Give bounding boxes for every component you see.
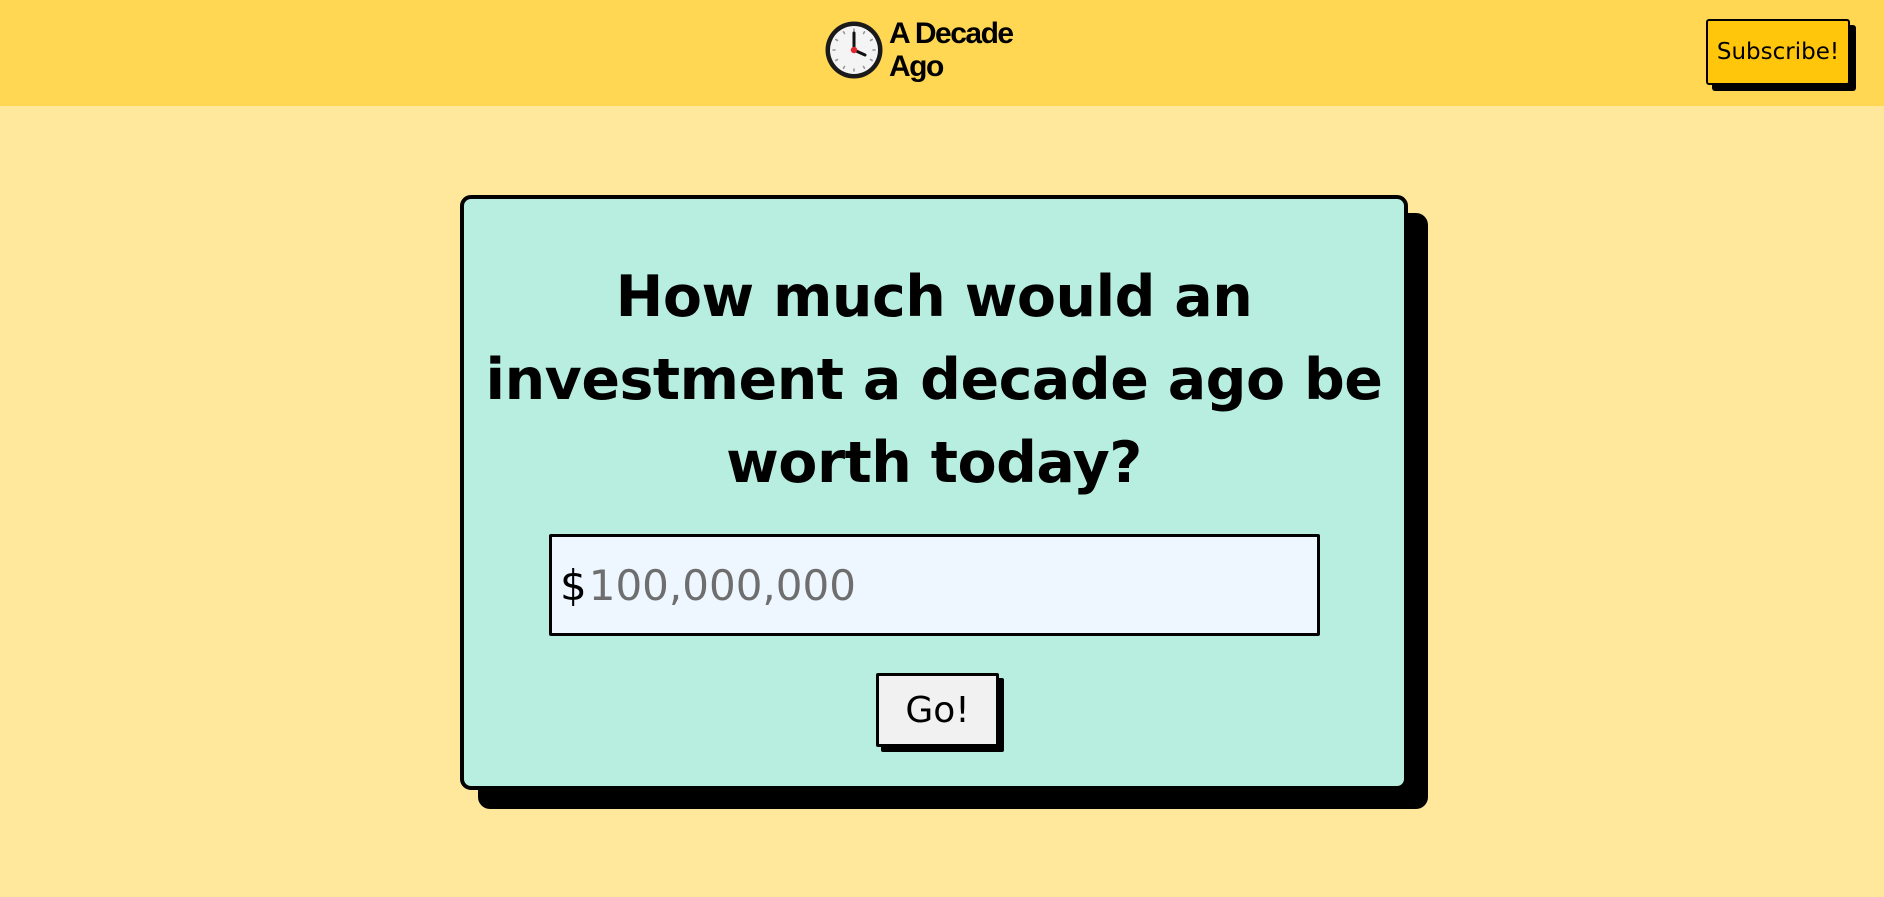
amount-field[interactable]: $	[549, 534, 1320, 636]
subscribe-button[interactable]: Subscribe!	[1706, 19, 1850, 85]
page-headline: How much would an investment a decade ag…	[485, 264, 1383, 496]
site-logo[interactable]: A Decade Ago	[823, 17, 1039, 83]
logo-text: A Decade Ago	[889, 17, 1014, 83]
currency-symbol: $	[560, 560, 587, 610]
go-button[interactable]: Go!	[876, 673, 999, 747]
investment-card: How much would an investment a decade ag…	[460, 195, 1408, 790]
clock-icon	[825, 21, 883, 79]
amount-input[interactable]	[588, 555, 1317, 615]
site-header: A Decade Ago Subscribe!	[0, 0, 1884, 106]
